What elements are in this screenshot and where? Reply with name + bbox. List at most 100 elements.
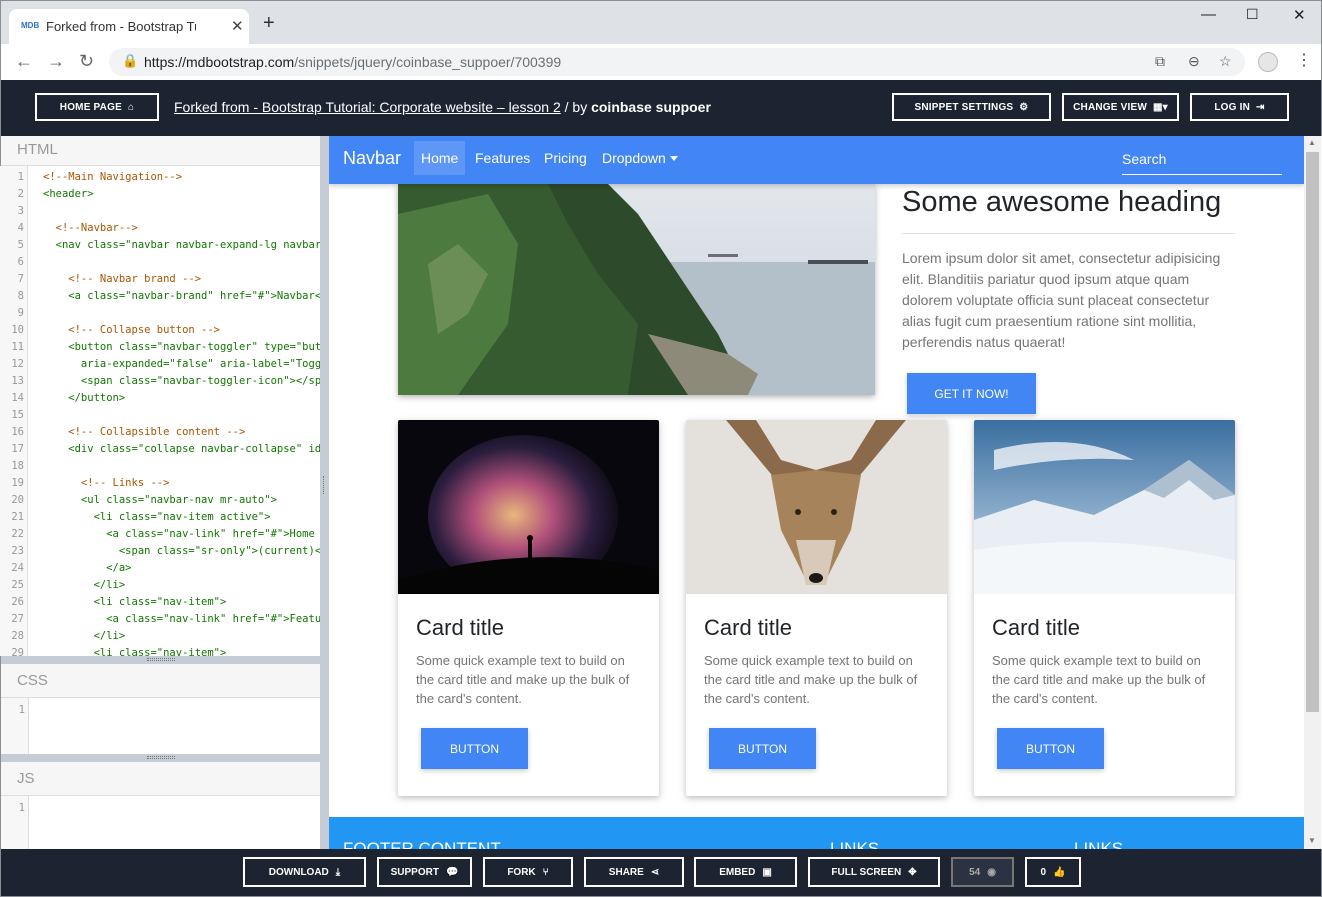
code-text: <span class="navbar-toggler-icon"></span…	[43, 375, 320, 387]
line-number: 11	[11, 341, 24, 353]
code-comment: <!-- Collapse button -->	[43, 324, 221, 336]
navbar-search-input[interactable]: Search	[1122, 148, 1282, 175]
bookmark-star-icon[interactable]: ☆	[1219, 53, 1232, 70]
code-comment: <!--Main Navigation-->	[43, 171, 183, 183]
preview-frame: Navbar Home Features Pricing Dropdown Se…	[329, 136, 1304, 849]
code-text: <header>	[43, 188, 94, 200]
translate-icon[interactable]: ⧉	[1155, 53, 1165, 70]
card-button[interactable]: BUTTON	[421, 728, 528, 769]
nav-link-pricing[interactable]: Pricing	[537, 141, 594, 175]
card-image-galaxy	[398, 420, 659, 594]
editor-preview-resize-handle[interactable]	[320, 136, 329, 849]
hero-heading: Some awesome heading	[902, 186, 1222, 218]
code-text: <a class="nav-link" href="#">Home	[43, 528, 315, 540]
sign-in-icon: ⇥	[1256, 101, 1265, 113]
share-icon: ⋖	[650, 866, 660, 878]
navbar-brand[interactable]: Navbar	[343, 148, 401, 169]
code-comment: <!-- Collapsible content -->	[43, 426, 246, 438]
code-text: </a>	[43, 562, 132, 574]
code-text: <span class="sr-only">(current)</spa	[43, 545, 320, 557]
url-input[interactable]: 🔒 https://mdbootstrap.com/snippets/jquer…	[109, 48, 1245, 76]
minimize-icon[interactable]: —	[1201, 6, 1216, 23]
line-number: 1	[17, 171, 24, 183]
card-button[interactable]: BUTTON	[997, 728, 1104, 769]
nav-dropdown[interactable]: Dropdown	[595, 141, 685, 175]
line-number: 17	[11, 443, 24, 455]
card-button[interactable]: BUTTON	[709, 728, 816, 769]
browser-tab[interactable]: MDB Forked from - Bootstrap Tutorial: Co…	[9, 9, 249, 45]
line-number: 20	[11, 494, 24, 506]
support-button[interactable]: SUPPORT 💬	[377, 857, 472, 887]
fork-label: FORK	[507, 866, 536, 878]
change-view-button[interactable]: CHANGE VIEW ▦▾	[1062, 93, 1179, 121]
line-number: 12	[11, 358, 24, 370]
browser-tab-strip: MDB Forked from - Bootstrap Tutorial: Co…	[0, 0, 1322, 45]
like-button[interactable]: 0 👍	[1025, 857, 1081, 887]
scrollbar-thumb[interactable]	[1306, 152, 1319, 712]
line-number: 10	[11, 324, 24, 336]
line-number: 27	[11, 613, 24, 625]
new-tab-button[interactable]: +	[263, 12, 275, 35]
scroll-up-icon[interactable]: ▲	[1308, 138, 1316, 147]
line-number: 7	[17, 273, 24, 285]
code-text: aria-expanded="false" aria-label="Toggle	[43, 358, 320, 370]
js-editor-header: JS	[1, 762, 321, 796]
line-number: 15	[11, 409, 24, 421]
preview-scrollbar[interactable]: ▲ ▼	[1304, 136, 1321, 849]
reload-icon[interactable]: ↻	[79, 51, 94, 72]
nav-link-features[interactable]: Features	[468, 141, 537, 175]
html-css-resize-handle[interactable]	[1, 656, 321, 664]
line-number: 2	[17, 188, 24, 200]
scroll-down-icon[interactable]: ▼	[1308, 836, 1316, 845]
get-it-now-button[interactable]: GET IT NOW!	[907, 373, 1036, 414]
line-number: 29	[11, 647, 24, 656]
line-number: 19	[11, 477, 24, 489]
fork-button[interactable]: FORK ⑂	[483, 857, 573, 887]
login-button[interactable]: LOG IN ⇥	[1190, 93, 1289, 121]
caret-down-icon	[669, 155, 678, 161]
browser-menu-icon[interactable]: ⋮	[1296, 50, 1312, 70]
tab-close-icon[interactable]: ✕	[231, 17, 244, 35]
line-number: 22	[11, 528, 24, 540]
snippet-settings-button[interactable]: SNIPPET SETTINGS ⚙	[892, 93, 1051, 121]
download-button[interactable]: DOWNLOAD ⤓	[243, 857, 366, 887]
line-number: 28	[11, 630, 24, 642]
maximize-icon[interactable]: ☐	[1246, 6, 1259, 23]
mdb-favicon-icon: MDB	[21, 21, 40, 30]
css-editor[interactable]: 1	[1, 698, 321, 754]
code-text: <li class="nav-item">	[43, 596, 227, 608]
code-comment: <!-- Links -->	[43, 477, 170, 489]
embed-button[interactable]: EMBED ▣	[694, 857, 797, 887]
forward-icon[interactable]: →	[47, 51, 65, 72]
breadcrumb-separator: / by	[560, 99, 592, 115]
share-label: SHARE	[608, 866, 644, 878]
snippet-source-link[interactable]: Forked from - Bootstrap Tutorial: Corpor…	[174, 99, 561, 115]
back-icon[interactable]: ←	[15, 51, 33, 72]
snippet-topbar: HOME PAGE ⌂ Forked from - Bootstrap Tuto…	[0, 80, 1322, 136]
line-number: 6	[17, 256, 24, 268]
line-number: 14	[11, 392, 24, 404]
url-domain: https://mdbootstrap.com	[144, 54, 295, 70]
window-close-icon[interactable]: ✕	[1293, 6, 1306, 24]
lock-icon: 🔒	[122, 53, 139, 68]
views-counter: 54 ◉	[951, 857, 1014, 887]
url-text: https://mdbootstrap.com/snippets/jquery/…	[144, 54, 561, 70]
thumbs-up-icon: 👍	[1053, 866, 1066, 878]
card-text: Some quick example text to build on the …	[704, 653, 918, 706]
css-js-resize-handle[interactable]	[1, 754, 321, 762]
home-page-button[interactable]: HOME PAGE ⌂	[35, 93, 159, 121]
line-number: 16	[11, 426, 24, 438]
js-editor[interactable]: 1	[1, 796, 321, 849]
html-editor[interactable]: 1 <!--Main Navigation--> 2 <header> 3 4 <!--N…	[0, 166, 320, 656]
share-button[interactable]: SHARE ⋖	[584, 857, 684, 887]
download-icon: ⤓	[335, 866, 341, 878]
login-label: LOG IN	[1214, 101, 1251, 113]
profile-avatar[interactable]	[1258, 52, 1278, 72]
line-number: 5	[17, 239, 24, 251]
breadcrumb: Forked from - Bootstrap Tutorial: Corpor…	[174, 99, 711, 115]
full-screen-button[interactable]: FULL SCREEN ✥	[808, 857, 940, 887]
nav-link-home[interactable]: Home	[414, 141, 466, 175]
code-text: <a class="nav-link" href="#">Features	[43, 613, 320, 625]
card-image-coyote	[686, 420, 947, 594]
zoom-icon[interactable]: ⊖	[1188, 53, 1200, 70]
